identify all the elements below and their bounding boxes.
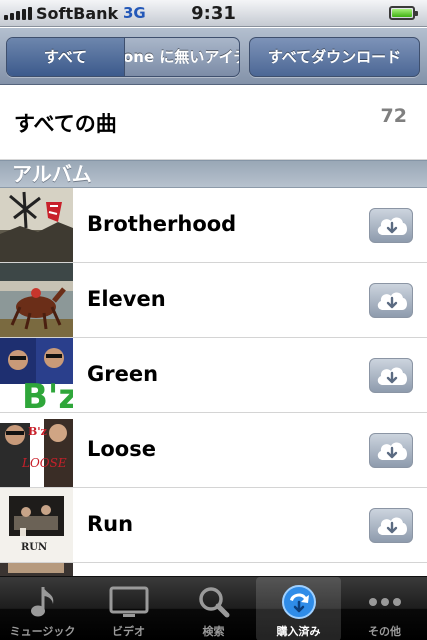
search-icon bbox=[198, 587, 229, 618]
album-row[interactable]: B'z LOOSE Loose bbox=[0, 413, 427, 488]
album-title: Run bbox=[87, 512, 134, 536]
cloud-download-icon[interactable] bbox=[369, 508, 413, 543]
toolbar: すべて one に無いアイテ すべてダウンロード bbox=[0, 28, 427, 85]
svg-text:B'z: B'z bbox=[22, 377, 73, 412]
tab-search[interactable]: 検索 bbox=[171, 577, 256, 640]
all-songs-row[interactable]: すべての曲 72 bbox=[0, 86, 427, 160]
all-songs-count: 72 bbox=[380, 105, 407, 127]
album-title: Loose bbox=[87, 437, 156, 461]
tab-more[interactable]: その他 bbox=[342, 577, 427, 640]
status-bar: SoftBank 3G 9:31 bbox=[0, 0, 427, 27]
music-note-icon bbox=[30, 587, 53, 617]
tv-icon bbox=[109, 586, 148, 617]
album-row[interactable]: Brotherhood bbox=[0, 188, 427, 263]
tab-music[interactable]: ミュージック bbox=[0, 577, 85, 640]
all-songs-label: すべての曲 bbox=[14, 112, 117, 136]
album-title: Eleven bbox=[87, 287, 166, 311]
more-icon bbox=[368, 598, 401, 606]
tab-video[interactable]: ビデオ bbox=[86, 577, 171, 640]
download-all-button[interactable]: すべてダウンロード bbox=[249, 37, 420, 77]
album-title: Brotherhood bbox=[87, 212, 237, 236]
album-row-partial[interactable] bbox=[0, 563, 427, 576]
album-row[interactable]: B'z Green bbox=[0, 338, 427, 413]
album-list: Brotherhood Eleven B'z Green B'z LOOSE L… bbox=[0, 188, 427, 576]
segment-all[interactable]: すべて bbox=[7, 38, 125, 76]
svg-text:RUN: RUN bbox=[21, 542, 47, 553]
tab-bar: ミュージック ビデオ 検索 購入済み その他 bbox=[0, 576, 427, 640]
album-section-header: アルバム bbox=[0, 160, 427, 188]
filter-segmented-control: すべて one に無いアイテ bbox=[6, 37, 240, 77]
cloud-download-icon[interactable] bbox=[369, 358, 413, 393]
status-time: 9:31 bbox=[191, 3, 236, 24]
battery-icon bbox=[389, 6, 418, 20]
album-title: Green bbox=[87, 362, 159, 386]
album-cover-partial bbox=[0, 563, 73, 576]
brotherhood-cover bbox=[0, 188, 73, 262]
purchased-download-icon bbox=[281, 585, 316, 619]
tab-purchased[interactable]: 購入済み bbox=[256, 577, 341, 640]
album-row[interactable]: Eleven bbox=[0, 263, 427, 338]
loose-cover: B'z LOOSE bbox=[0, 413, 73, 487]
album-row[interactable]: RUN Run bbox=[0, 488, 427, 563]
run-cover: RUN bbox=[0, 488, 73, 562]
svg-text:LOOSE: LOOSE bbox=[21, 456, 67, 470]
svg-text:B'z: B'z bbox=[28, 425, 47, 438]
green-cover: B'z bbox=[0, 338, 73, 412]
cloud-download-icon[interactable] bbox=[369, 208, 413, 243]
eleven-cover bbox=[0, 263, 73, 337]
segment-not-on-device[interactable]: one に無いアイテ bbox=[125, 38, 239, 76]
cloud-download-icon[interactable] bbox=[369, 283, 413, 318]
cloud-download-icon[interactable] bbox=[369, 433, 413, 468]
